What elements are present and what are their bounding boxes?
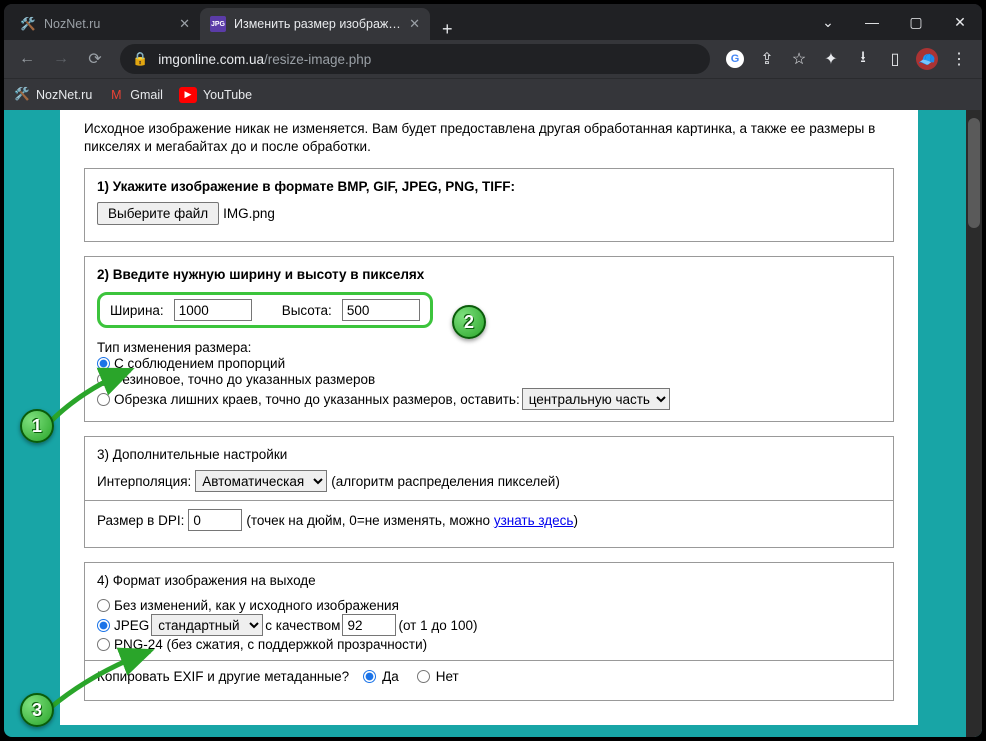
bookmark-label: NozNet.ru	[36, 88, 92, 102]
url-path: /resize-image.php	[264, 52, 371, 67]
tab-noznet[interactable]: 🛠️ NozNet.ru ✕	[10, 8, 200, 40]
download-icon[interactable]: ⭳	[848, 44, 878, 74]
wrench-icon: 🛠️	[20, 16, 36, 32]
chevron-down-icon[interactable]: ⌄	[806, 4, 850, 40]
crop-position-select[interactable]: центральную часть	[522, 388, 670, 410]
jpeg-quality-select[interactable]: стандартный	[151, 614, 263, 636]
dpi-link[interactable]: узнать здесь	[494, 513, 574, 528]
interp-label: Интерполяция:	[97, 474, 191, 489]
panel-icon[interactable]: ▯	[880, 44, 910, 74]
menu-icon[interactable]: ⋮	[944, 44, 974, 74]
intro-text: Исходное изображение никак не изменяется…	[84, 120, 894, 156]
maximize-button[interactable]: ▢	[894, 4, 938, 40]
scrollbar-thumb[interactable]	[968, 118, 980, 228]
interpolation-select[interactable]: Автоматическая	[195, 470, 327, 492]
wrench-icon: 🛠️	[14, 87, 30, 103]
titlebar: 🛠️ NozNet.ru ✕ JPG Изменить размер изобр…	[4, 4, 982, 40]
gmail-icon: M	[108, 87, 124, 103]
address-bar[interactable]: 🔒 imgonline.com.ua/resize-image.php	[120, 44, 710, 74]
toolbar: ← → ⟳ 🔒 imgonline.com.ua/resize-image.ph…	[4, 40, 982, 78]
bookmark-gmail[interactable]: M Gmail	[108, 87, 163, 103]
section3-title: 3) Дополнительные настройки	[97, 447, 881, 462]
jpeg-quality-input[interactable]	[342, 614, 396, 636]
exif-label: Копировать EXIF и другие метаданные?	[97, 669, 349, 684]
annotation-badge-1: 1	[20, 409, 54, 443]
annotation-badge-3: 3	[20, 693, 54, 727]
url-domain: imgonline.com.ua	[158, 52, 264, 67]
section-advanced: 3) Дополнительные настройки Интерполяция…	[84, 436, 894, 548]
back-button[interactable]: ←	[12, 44, 42, 74]
google-icon[interactable]: G	[720, 44, 750, 74]
lock-icon: 🔒	[132, 51, 148, 67]
radio-format-jpeg[interactable]	[97, 619, 110, 632]
dpi-label: Размер в DPI:	[97, 513, 184, 528]
tab-title: NozNet.ru	[44, 17, 173, 31]
section2-title: 2) Введите нужную ширину и высоту в пикс…	[97, 267, 881, 282]
tab-title: Изменить размер изображения	[234, 17, 403, 31]
radio-crop[interactable]	[97, 393, 110, 406]
section-file: 1) Укажите изображение в формате BMP, GI…	[84, 168, 894, 242]
bookmark-noznet[interactable]: 🛠️ NozNet.ru	[14, 87, 92, 103]
tab-imgonline[interactable]: JPG Изменить размер изображения ✕	[200, 8, 430, 40]
close-window-button[interactable]: ✕	[938, 4, 982, 40]
selected-filename: IMG.png	[223, 206, 275, 221]
format-png-label: PNG-24 (без сжатия, с поддержкой прозрач…	[114, 637, 427, 652]
jpg-icon: JPG	[210, 16, 226, 32]
bookmark-label: YouTube	[203, 88, 252, 102]
minimize-button[interactable]: —	[850, 4, 894, 40]
exif-yes-label: Да	[382, 669, 399, 684]
radio-proportional-label: С соблюдением пропорций	[114, 356, 285, 371]
share-icon[interactable]: ⇪	[752, 44, 782, 74]
section4-title: 4) Формат изображения на выходе	[97, 573, 881, 588]
width-input[interactable]	[174, 299, 252, 321]
forward-button[interactable]: →	[46, 44, 76, 74]
annotation-badge-2: 2	[452, 305, 486, 339]
interp-hint: (алгоритм распределения пикселей)	[331, 474, 560, 489]
section-dimensions: 2) Введите нужную ширину и высоту в пикс…	[84, 256, 894, 422]
bookmark-youtube[interactable]: ▶ YouTube	[179, 87, 252, 103]
bookmarks-bar: 🛠️ NozNet.ru M Gmail ▶ YouTube	[4, 78, 982, 110]
height-label: Высота:	[282, 303, 332, 318]
jpeg-q-label: с качеством	[265, 618, 340, 633]
dimensions-highlight: Ширина: Высота:	[97, 292, 433, 328]
height-input[interactable]	[342, 299, 420, 321]
dpi-hint-a: (точек на дюйм, 0=не изменять, можно	[246, 513, 493, 528]
radio-exif-yes[interactable]	[363, 670, 376, 683]
extensions-icon[interactable]: ✦	[816, 44, 846, 74]
radio-stretch-label: Резиновое, точно до указанных размеров	[114, 372, 375, 387]
bookmark-label: Gmail	[130, 88, 163, 102]
format-same-label: Без изменений, как у исходного изображен…	[114, 598, 399, 613]
close-icon[interactable]: ✕	[179, 16, 190, 32]
exif-no-label: Нет	[436, 669, 459, 684]
radio-format-same[interactable]	[97, 599, 110, 612]
new-tab-button[interactable]: +	[430, 19, 465, 40]
section-format: 4) Формат изображения на выходе Без изме…	[84, 562, 894, 701]
dpi-hint-b: )	[573, 513, 578, 528]
width-label: Ширина:	[110, 303, 164, 318]
page-content: Исходное изображение никак не изменяется…	[60, 110, 918, 725]
dpi-input[interactable]	[188, 509, 242, 531]
jpeg-q-hint: (от 1 до 100)	[398, 618, 477, 633]
radio-format-png[interactable]	[97, 638, 110, 651]
section1-title: 1) Укажите изображение в формате BMP, GI…	[97, 179, 881, 194]
radio-exif-no[interactable]	[417, 670, 430, 683]
resize-type-label: Тип изменения размера:	[97, 340, 881, 355]
vertical-scrollbar[interactable]	[966, 110, 982, 737]
close-icon[interactable]: ✕	[409, 16, 420, 32]
youtube-icon: ▶	[179, 87, 197, 103]
choose-file-button[interactable]: Выберите файл	[97, 202, 219, 225]
radio-crop-label: Обрезка лишних краев, точно до указанных…	[114, 392, 520, 407]
radio-stretch[interactable]	[97, 373, 110, 386]
reload-button[interactable]: ⟳	[80, 44, 110, 74]
radio-proportional[interactable]	[97, 357, 110, 370]
star-icon[interactable]: ☆	[784, 44, 814, 74]
profile-avatar[interactable]: 🧢	[912, 44, 942, 74]
format-jpeg-label: JPEG	[114, 618, 149, 633]
